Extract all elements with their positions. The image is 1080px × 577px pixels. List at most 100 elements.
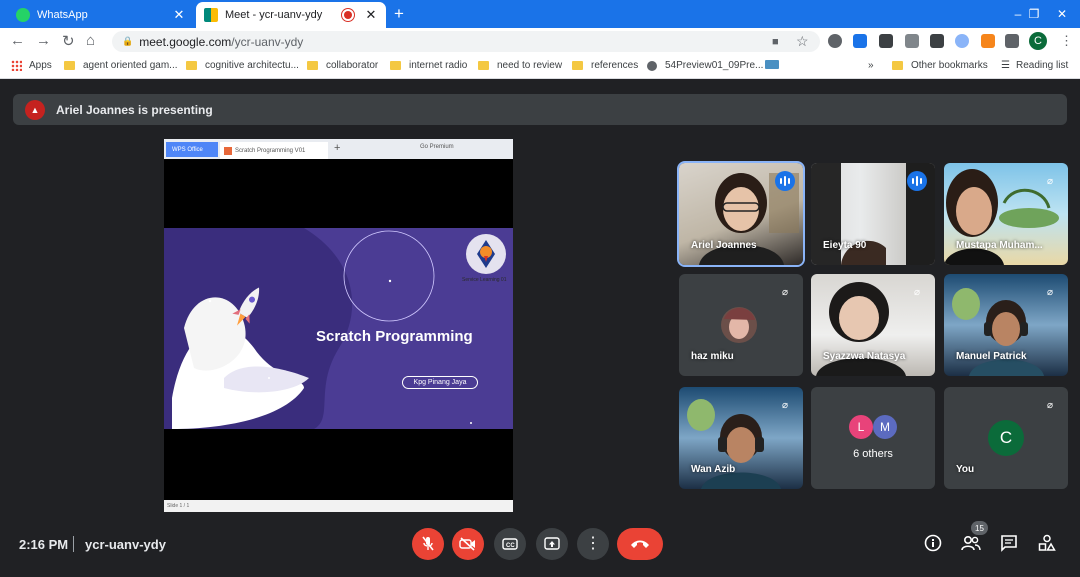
mic-muted-icon: ⌀ — [1046, 175, 1054, 187]
chat-icon — [1001, 535, 1017, 552]
participants-button[interactable] — [961, 534, 981, 557]
participant-tile[interactable]: Ariel Joannes — [679, 163, 803, 265]
microphone-toggle-button[interactable] — [412, 528, 444, 560]
extension-icon[interactable] — [828, 34, 842, 48]
chrome-menu-icon[interactable]: ⋮ — [1060, 33, 1073, 49]
chat-button[interactable] — [1000, 534, 1018, 557]
bookmark-item[interactable]: references — [572, 60, 638, 71]
bookmark-label: Other bookmarks — [911, 60, 988, 71]
slide-title: Scratch Programming — [316, 328, 473, 345]
others-count-label: 6 others — [853, 448, 893, 460]
bookmark-label: collaborator — [326, 60, 379, 71]
bookmark-label: internet radio — [409, 60, 468, 71]
tab-label: Meet - ycr-uanv-ydy — [225, 9, 323, 21]
address-bar[interactable]: 🔒 meet.google.com/ycr-uanv-ydy — [112, 31, 820, 52]
participant-name: Ariel Joannes — [691, 240, 757, 251]
wps-doc-tab: Scratch Programming V01 — [220, 142, 328, 159]
participant-tile-others[interactable]: L M 6 others — [811, 387, 935, 489]
camera-toggle-button[interactable] — [452, 528, 484, 560]
tab-whatsapp[interactable]: WhatsApp ✕ — [8, 2, 194, 28]
close-tab-icon[interactable]: ✕ — [364, 7, 378, 23]
meeting-time: 2:16 PM — [19, 537, 69, 552]
reload-icon[interactable]: ↻ — [62, 32, 75, 50]
present-now-button[interactable] — [536, 528, 568, 560]
close-tab-icon[interactable]: ✕ — [172, 7, 186, 23]
bookmark-item[interactable]: cognitive architectu... — [186, 60, 299, 71]
others-avatar-l: L — [849, 415, 873, 439]
participant-tile[interactable]: ⌀ haz miku — [679, 274, 803, 376]
bookmark-label: Reading list — [1015, 60, 1069, 71]
profile-avatar[interactable]: C — [1029, 32, 1047, 50]
bookmark-item[interactable]: collaborator — [307, 60, 378, 71]
participant-count-badge: 15 — [971, 521, 988, 535]
tab-meet[interactable]: Meet - ycr-uanv-ydy ✕ — [196, 2, 386, 28]
wps-tab-strip: WPS Office Scratch Programming V01 + Go … — [164, 139, 513, 159]
bookmark-item[interactable]: agent oriented gam... — [64, 60, 178, 71]
bookmark-overflow[interactable]: » — [868, 60, 874, 71]
bookmark-item[interactable] — [765, 60, 787, 69]
folder-icon — [186, 61, 197, 70]
participant-name: Mustapa Muham... — [956, 240, 1043, 251]
participant-tile[interactable]: Eieyta 90 — [811, 163, 935, 265]
more-options-button[interactable]: ⋮ — [577, 528, 609, 560]
camera-icon[interactable]: ■ — [772, 36, 779, 48]
participant-tile[interactable]: ⌀ Wan Azib — [679, 387, 803, 489]
folder-icon — [572, 61, 583, 70]
participant-tile[interactable]: ⌀ Syazzwa Natasya — [811, 274, 935, 376]
star-icon[interactable]: ☆ — [796, 33, 809, 50]
image-icon — [765, 60, 779, 69]
wps-new-tab-icon: + — [334, 142, 341, 154]
bookmark-item[interactable]: internet radio — [390, 60, 467, 71]
bookmark-reading-list[interactable]: ☰ Reading list — [1001, 60, 1068, 71]
address-row: ← → ↻ ⌂ 🔒 meet.google.com/ycr-uanv-ydy ■… — [0, 28, 1080, 55]
metamask-icon[interactable] — [981, 34, 995, 48]
activities-button[interactable] — [1038, 534, 1056, 557]
reading-list-icon: ☰ — [1001, 60, 1010, 71]
bookmark-label: Apps — [29, 60, 52, 71]
url-host: meet.google.com — [139, 34, 232, 49]
leave-call-button[interactable] — [617, 528, 663, 560]
mic-muted-icon: ⌀ — [1046, 286, 1054, 298]
puzzle-icon[interactable] — [1005, 34, 1019, 48]
captions-button[interactable]: CC — [494, 528, 526, 560]
close-window-button[interactable]: ✕ — [1044, 0, 1080, 28]
others-avatar-m: M — [873, 415, 897, 439]
speaking-indicator-icon — [775, 171, 795, 191]
browser-tab-bar: WhatsApp ✕ Meet - ycr-uanv-ydy ✕ + – ❐ ✕ — [0, 0, 1080, 28]
globe-icon — [647, 60, 657, 71]
bookmark-other[interactable]: Other bookmarks — [892, 60, 988, 71]
bookmark-label: cognitive architectu... — [205, 60, 299, 71]
forward-icon[interactable]: → — [36, 32, 51, 49]
doc-tab-label: Scratch Programming V01 — [235, 147, 306, 154]
recording-indicator-icon — [344, 11, 352, 19]
people-icon — [961, 535, 981, 551]
participant-tile[interactable]: ⌀ Mustapa Muham... — [944, 163, 1068, 265]
participant-name: Wan Azib — [691, 464, 736, 475]
more-vert-icon: ⋮ — [585, 535, 601, 552]
bookmark-apps[interactable]: Apps — [11, 60, 52, 71]
shared-screen: WPS Office Scratch Programming V01 + Go … — [164, 139, 513, 512]
slide-logo-text: Service Learning 01 — [462, 277, 507, 283]
meeting-code: ycr-uanv-ydy — [85, 537, 166, 552]
extension-icon[interactable] — [930, 34, 944, 48]
camera-off-icon — [459, 537, 475, 551]
home-icon[interactable]: ⌂ — [86, 32, 95, 49]
extension-icon[interactable] — [879, 34, 893, 48]
meeting-details-button[interactable] — [924, 534, 942, 557]
bookmark-label: need to review — [497, 60, 563, 71]
back-icon[interactable]: ← — [10, 32, 25, 49]
participant-tile[interactable]: ⌀ Manuel Patrick — [944, 274, 1068, 376]
presenting-banner: ▲ Ariel Joannes is presenting — [13, 94, 1067, 125]
bookmark-item[interactable]: 54Preview01_09Pre... — [647, 60, 763, 71]
bookmark-label: 54Preview01_09Pre... — [665, 60, 764, 71]
extension-icon[interactable] — [905, 34, 919, 48]
go-premium-label: Go Premium — [420, 144, 454, 150]
extension-icon[interactable] — [853, 34, 867, 48]
slide-counter: Slide 1 / 1 — [167, 503, 190, 509]
participant-tile-self[interactable]: C ⌀ You — [944, 387, 1068, 489]
participant-name: Manuel Patrick — [956, 351, 1027, 362]
extension-icon[interactable] — [955, 34, 969, 48]
new-tab-button[interactable]: + — [394, 4, 404, 24]
end-call-icon — [631, 540, 649, 548]
bookmark-item[interactable]: need to review — [478, 60, 562, 71]
